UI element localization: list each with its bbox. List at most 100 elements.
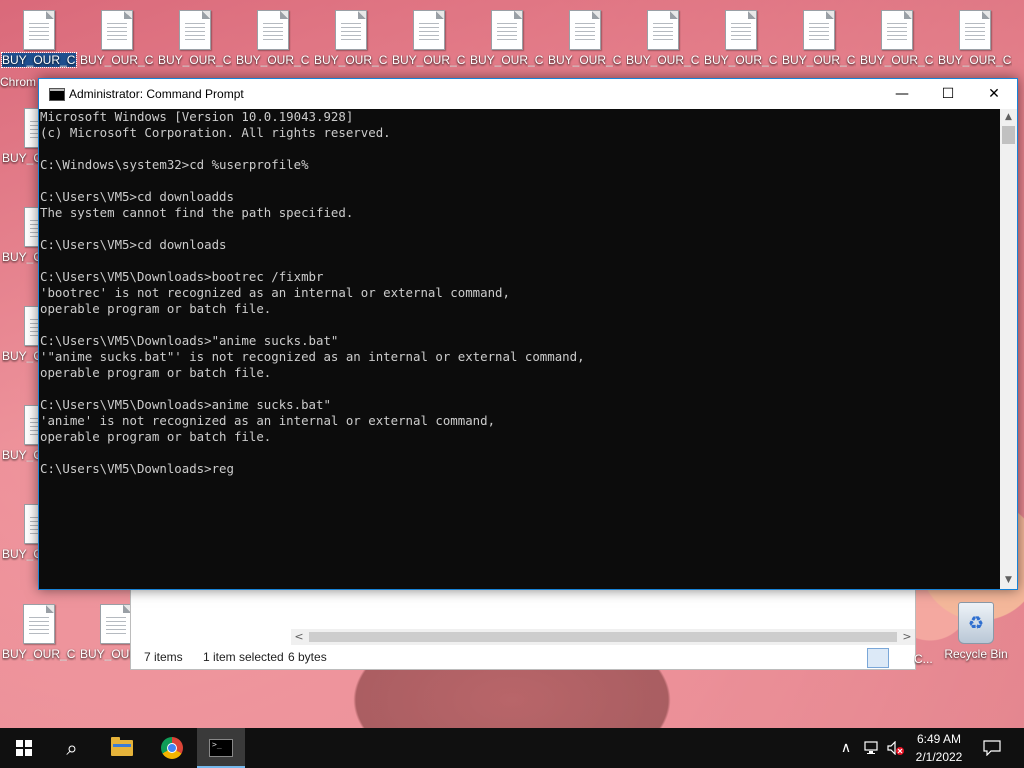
text-file-icon bbox=[101, 10, 133, 50]
title-bar[interactable]: Administrator: Command Prompt — ☐ ✕ bbox=[39, 79, 1017, 109]
search-button[interactable]: ⌕ bbox=[48, 728, 96, 768]
scroll-left-icon[interactable]: < bbox=[291, 629, 307, 645]
desktop-file-label: BUY_OUR_C... bbox=[938, 53, 1012, 67]
scroll-right-icon[interactable]: > bbox=[899, 629, 915, 645]
recycle-bin[interactable]: Recycle Bin bbox=[941, 602, 1011, 661]
scroll-down-icon[interactable]: ▼ bbox=[1000, 572, 1017, 589]
desktop-file-icon[interactable]: BUY_OUR bbox=[80, 604, 132, 661]
desktop-file-icon[interactable]: BUY_OUR_C... bbox=[236, 10, 310, 67]
maximize-button[interactable]: ☐ bbox=[925, 79, 971, 109]
clock-date: 2/1/2022 bbox=[915, 750, 963, 764]
taskbar-chrome[interactable] bbox=[148, 728, 196, 768]
selection-size: 6 bytes bbox=[288, 650, 327, 664]
desktop-file-label: BUY_OUR_C... bbox=[392, 53, 466, 67]
chevron-up-icon: ∧ bbox=[840, 740, 852, 756]
network-button[interactable] bbox=[861, 728, 883, 768]
desktop-file-icon[interactable]: BUY_OUR_C... bbox=[548, 10, 622, 67]
console-line: operable program or batch file. bbox=[40, 301, 272, 316]
volume-button[interactable] bbox=[885, 728, 907, 768]
scroll-up-icon[interactable]: ▲ bbox=[1000, 109, 1017, 126]
action-center-button[interactable] bbox=[980, 728, 1004, 768]
selection-count: 1 item selected bbox=[203, 650, 284, 664]
desktop-file-icon[interactable]: BUY_OUR_C... bbox=[2, 604, 76, 661]
desktop-file-label: BUY_O bbox=[2, 349, 38, 363]
file-explorer-window[interactable]: < > 7 items 1 item selected 6 bytes bbox=[130, 588, 916, 670]
desktop-file-label-partial[interactable]: C... bbox=[914, 652, 938, 666]
text-file-icon bbox=[647, 10, 679, 50]
desktop-file-label: BUY_OUR bbox=[80, 647, 130, 661]
desktop-file-label: BUY_OUR_C... bbox=[626, 53, 700, 67]
vertical-scrollbar[interactable]: ▲ ▼ bbox=[1000, 109, 1017, 589]
desktop-file-icon[interactable]: BUY_OUR_C... bbox=[158, 10, 232, 67]
desktop-file-icon[interactable]: BUY_OUR_C... bbox=[938, 10, 1012, 67]
desktop-file-label: BUY_O bbox=[2, 547, 38, 561]
desktop-file-icon[interactable]: BUY_O bbox=[2, 108, 56, 165]
close-button[interactable]: ✕ bbox=[971, 79, 1017, 109]
desktop-file-icon[interactable]: BUY_OUR_C... bbox=[392, 10, 466, 67]
text-file-icon bbox=[959, 10, 991, 50]
large-icons-view-icon[interactable] bbox=[889, 648, 911, 668]
text-file-icon bbox=[413, 10, 445, 50]
desktop-file-label: BUY_OUR_C... bbox=[548, 53, 622, 67]
desktop-file-icon[interactable]: BUY_OUR_C... bbox=[782, 10, 856, 67]
taskbar-command-prompt[interactable] bbox=[197, 728, 245, 768]
recycle-bin-icon bbox=[958, 602, 994, 644]
desktop-file-icon[interactable]: BUY_OUR_C... bbox=[80, 10, 154, 67]
text-file-icon bbox=[100, 604, 132, 644]
console-output[interactable]: Microsoft Windows [Version 10.0.19043.92… bbox=[39, 109, 1000, 589]
taskbar: ⌕ ∧ 6:49 AM 2/1/2022 bbox=[0, 728, 1024, 768]
chrome-icon bbox=[161, 737, 183, 759]
show-hidden-icons-button[interactable]: ∧ bbox=[836, 728, 856, 768]
console-line: C:\Users\VM5\Downloads>anime sucks.bat" bbox=[40, 397, 331, 412]
console-line: C:\Users\VM5\Downloads>bootrec /fixmbr bbox=[40, 269, 324, 284]
clock[interactable]: 6:49 AM 2/1/2022 bbox=[910, 730, 968, 766]
console-line: '"anime sucks.bat"' is not recognized as… bbox=[40, 349, 585, 364]
text-file-icon bbox=[179, 10, 211, 50]
file-explorer-icon bbox=[111, 737, 133, 756]
console-line: C:\Users\VM5\Downloads>"anime sucks.bat" bbox=[40, 333, 339, 348]
desktop-file-icon[interactable]: BUY_O bbox=[2, 405, 56, 462]
desktop-file-icon[interactable]: BUY_OUR_C... bbox=[626, 10, 700, 67]
clock-time: 6:49 AM bbox=[916, 732, 962, 746]
search-icon: ⌕ bbox=[66, 736, 78, 760]
window-title: Administrator: Command Prompt bbox=[69, 87, 244, 101]
command-prompt-window[interactable]: Administrator: Command Prompt — ☐ ✕ Micr… bbox=[38, 78, 1018, 590]
item-count: 7 items bbox=[144, 650, 183, 664]
volume-muted-icon bbox=[887, 740, 904, 756]
text-file-icon bbox=[257, 10, 289, 50]
scrollbar-thumb[interactable] bbox=[1002, 126, 1015, 144]
desktop-file-icon[interactable]: BUY_OUR_C... bbox=[1, 10, 77, 68]
desktop-file-label: BUY_O bbox=[2, 448, 38, 462]
console-line: 'bootrec' is not recognized as an intern… bbox=[40, 285, 510, 300]
text-file-icon bbox=[491, 10, 523, 50]
text-file-icon bbox=[335, 10, 367, 50]
command-prompt-icon bbox=[49, 88, 65, 101]
desktop-file-icon[interactable]: BUY_O bbox=[2, 306, 56, 363]
start-button[interactable] bbox=[0, 728, 48, 768]
notification-icon bbox=[983, 740, 1001, 757]
desktop-file-icon[interactable]: BUY_O bbox=[2, 207, 56, 264]
console-line: C:\Windows\system32>cd %userprofile% bbox=[40, 157, 309, 172]
desktop-file-icon[interactable]: BUY_O bbox=[2, 504, 56, 561]
desktop-file-icon[interactable]: BUY_OUR_C... bbox=[314, 10, 388, 67]
desktop-file-label: BUY_OUR_C... bbox=[314, 53, 388, 67]
details-view-icon[interactable] bbox=[867, 648, 889, 668]
desktop-file-icon[interactable]: BUY_OUR_C... bbox=[860, 10, 934, 67]
console-line: 'anime' is not recognized as an internal… bbox=[40, 413, 496, 428]
taskbar-file-explorer[interactable] bbox=[98, 728, 146, 768]
minimize-button[interactable]: — bbox=[879, 79, 925, 109]
desktop-file-icon[interactable]: BUY_OUR_C... bbox=[704, 10, 778, 67]
text-file-icon bbox=[803, 10, 835, 50]
horizontal-scrollbar[interactable]: < > bbox=[291, 629, 915, 645]
desktop-file-icon[interactable]: BUY_OUR_C... bbox=[470, 10, 544, 67]
scrollbar-thumb[interactable] bbox=[309, 632, 897, 642]
console-line: operable program or batch file. bbox=[40, 429, 272, 444]
console-line: Microsoft Windows [Version 10.0.19043.92… bbox=[40, 109, 354, 124]
network-icon bbox=[864, 741, 878, 754]
text-file-icon bbox=[23, 10, 55, 50]
